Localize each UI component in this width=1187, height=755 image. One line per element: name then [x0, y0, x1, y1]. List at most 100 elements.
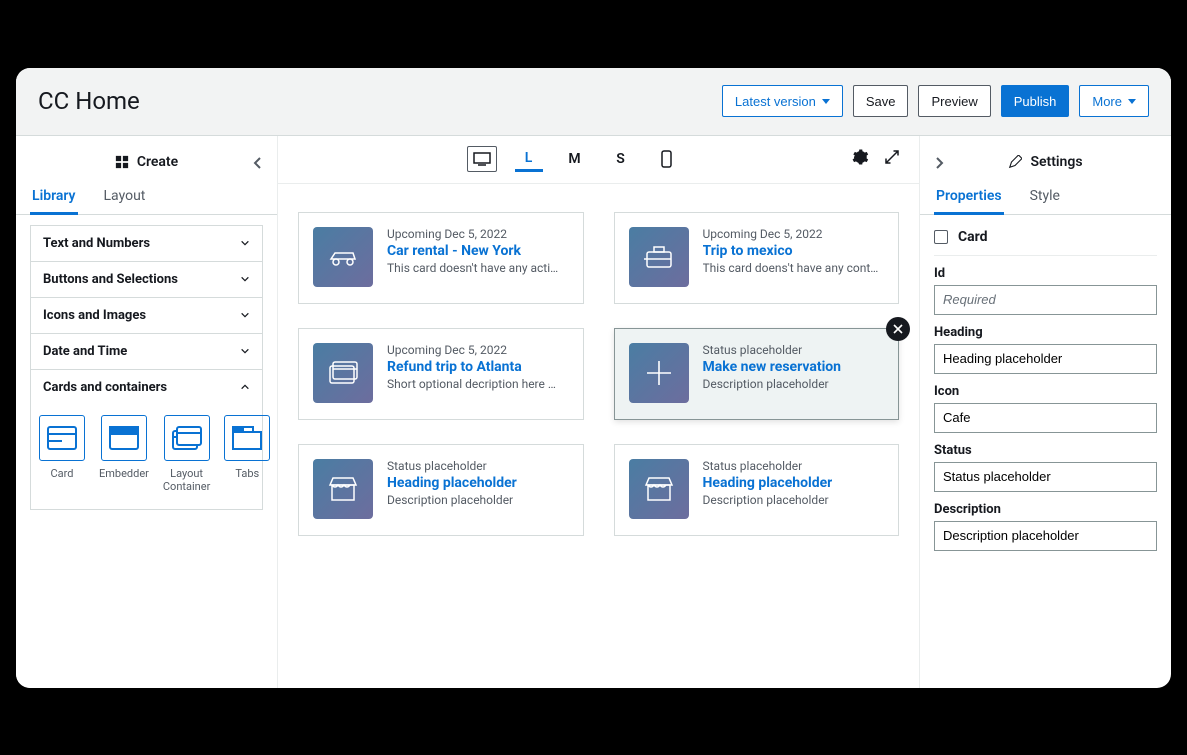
breakpoint-L[interactable]: L	[515, 146, 543, 172]
panel-expand-button[interactable]	[934, 154, 944, 173]
sidebar: Create Library Layout Text and Numbers	[16, 136, 278, 688]
section-header[interactable]: Buttons and Selections	[31, 262, 262, 297]
layout-container-icon	[164, 415, 210, 461]
field-icon: Icon	[934, 384, 1157, 433]
field-id: Id	[934, 266, 1157, 315]
latest-version-button[interactable]: Latest version	[722, 85, 843, 117]
publish-button[interactable]: Publish	[1001, 85, 1070, 117]
description-input[interactable]	[934, 521, 1157, 551]
section-header[interactable]: Text and Numbers	[31, 226, 262, 261]
embedder-icon	[101, 415, 147, 461]
expand-button[interactable]	[883, 148, 901, 170]
breakpoint-S[interactable]: S	[607, 146, 635, 172]
section-cards-containers: Cards and containers Card	[30, 369, 263, 510]
grid-icon	[115, 155, 129, 169]
card-text: Status placeholder Make new reservation …	[703, 343, 842, 405]
tab-library[interactable]: Library	[30, 180, 78, 215]
settings-panel: Settings Properties Style Card Id Headin…	[919, 136, 1171, 688]
section-content: Card Embedder Layout Conta	[31, 405, 262, 509]
icon-input[interactable]	[934, 403, 1157, 433]
field-heading: Heading	[934, 325, 1157, 374]
more-button[interactable]: More	[1079, 85, 1149, 117]
tabs-icon	[224, 415, 270, 461]
preview-button[interactable]: Preview	[918, 85, 990, 117]
heading-input[interactable]	[934, 344, 1157, 374]
section-icons-images: Icons and Images	[30, 297, 263, 333]
chevron-down-icon	[240, 346, 250, 356]
component-accordion: Text and Numbers Buttons and Selections …	[30, 225, 263, 510]
section-header[interactable]: Icons and Images	[31, 298, 262, 333]
canvas: L M S	[278, 136, 919, 688]
chevron-down-icon	[1128, 99, 1136, 104]
wallet-icon	[313, 343, 373, 403]
chevron-down-icon	[240, 274, 250, 284]
tab-layout[interactable]: Layout	[102, 180, 148, 214]
canvas-body[interactable]: Upcoming Dec 5, 2022 Car rental - New Yo…	[278, 184, 919, 688]
chevron-up-icon	[240, 382, 250, 392]
card-item[interactable]: Upcoming Dec 5, 2022 Car rental - New Yo…	[298, 212, 584, 304]
settings-gear-button[interactable]	[851, 148, 869, 170]
sidebar-collapse-button[interactable]	[253, 154, 263, 173]
expand-icon	[883, 148, 901, 166]
pencil-icon	[1008, 155, 1022, 169]
panel-title: Settings	[1008, 154, 1082, 170]
card-icon	[39, 415, 85, 461]
breakpoint-desktop[interactable]	[467, 146, 497, 172]
tab-properties[interactable]: Properties	[934, 180, 1004, 215]
card-text: Upcoming Dec 5, 2022 Trip to mexico This…	[703, 227, 879, 289]
section-text-numbers: Text and Numbers	[30, 225, 263, 261]
breakpoint-group: L M S	[296, 146, 851, 172]
field-description: Description	[934, 502, 1157, 551]
card-item[interactable]: Status placeholder Heading placeholder D…	[614, 444, 900, 536]
panel-tabs: Properties Style	[920, 180, 1171, 215]
card-item-selected[interactable]: Status placeholder Make new reservation …	[614, 328, 900, 420]
selected-type-row: Card	[934, 215, 1157, 256]
gear-icon	[851, 148, 869, 166]
app-header: CC Home Latest version Save Preview Publ…	[16, 68, 1171, 136]
chevron-down-icon	[822, 99, 830, 104]
car-icon	[313, 227, 373, 287]
breakpoint-mobile[interactable]	[653, 146, 681, 172]
page-title: CC Home	[38, 87, 140, 115]
panel-header: Settings	[934, 148, 1157, 180]
monitor-icon	[473, 152, 491, 166]
card-text: Status placeholder Heading placeholder D…	[387, 459, 517, 521]
save-button[interactable]: Save	[853, 85, 909, 117]
card-item[interactable]: Upcoming Dec 5, 2022 Refund trip to Atla…	[298, 328, 584, 420]
section-header[interactable]: Cards and containers	[31, 370, 262, 405]
plus-icon	[629, 343, 689, 403]
card-text: Upcoming Dec 5, 2022 Car rental - New Yo…	[387, 227, 558, 289]
remove-card-button[interactable]	[886, 317, 910, 341]
tool-embedder[interactable]: Embedder	[99, 415, 149, 493]
card-grid: Upcoming Dec 5, 2022 Car rental - New Yo…	[298, 212, 899, 536]
canvas-toolbar: L M S	[278, 136, 919, 184]
section-header[interactable]: Date and Time	[31, 334, 262, 369]
sidebar-tabs: Library Layout	[16, 180, 277, 215]
chevron-right-icon	[934, 157, 944, 169]
card-type-icon	[934, 230, 948, 244]
tab-style[interactable]: Style	[1028, 180, 1062, 214]
card-item[interactable]: Status placeholder Heading placeholder D…	[298, 444, 584, 536]
more-label: More	[1092, 94, 1122, 109]
section-buttons-selections: Buttons and Selections	[30, 261, 263, 297]
store-icon	[629, 459, 689, 519]
card-item[interactable]: Upcoming Dec 5, 2022 Trip to mexico This…	[614, 212, 900, 304]
tool-card[interactable]: Card	[39, 415, 85, 493]
tool-layout-container[interactable]: Layout Container	[163, 415, 210, 493]
section-date-time: Date and Time	[30, 333, 263, 369]
chevron-down-icon	[240, 310, 250, 320]
card-text: Status placeholder Heading placeholder D…	[703, 459, 833, 521]
app-frame: CC Home Latest version Save Preview Publ…	[16, 68, 1171, 688]
sidebar-title: Create	[115, 154, 178, 170]
chevron-left-icon	[253, 157, 263, 169]
chevron-down-icon	[240, 238, 250, 248]
header-actions: Latest version Save Preview Publish More	[722, 85, 1149, 117]
selected-type-label: Card	[958, 229, 988, 245]
status-input[interactable]	[934, 462, 1157, 492]
tool-tabs[interactable]: Tabs	[224, 415, 270, 493]
columns: Create Library Layout Text and Numbers	[16, 136, 1171, 688]
mobile-icon	[661, 150, 672, 168]
id-input[interactable]	[934, 285, 1157, 315]
sidebar-header: Create	[30, 148, 263, 180]
breakpoint-M[interactable]: M	[561, 146, 589, 172]
